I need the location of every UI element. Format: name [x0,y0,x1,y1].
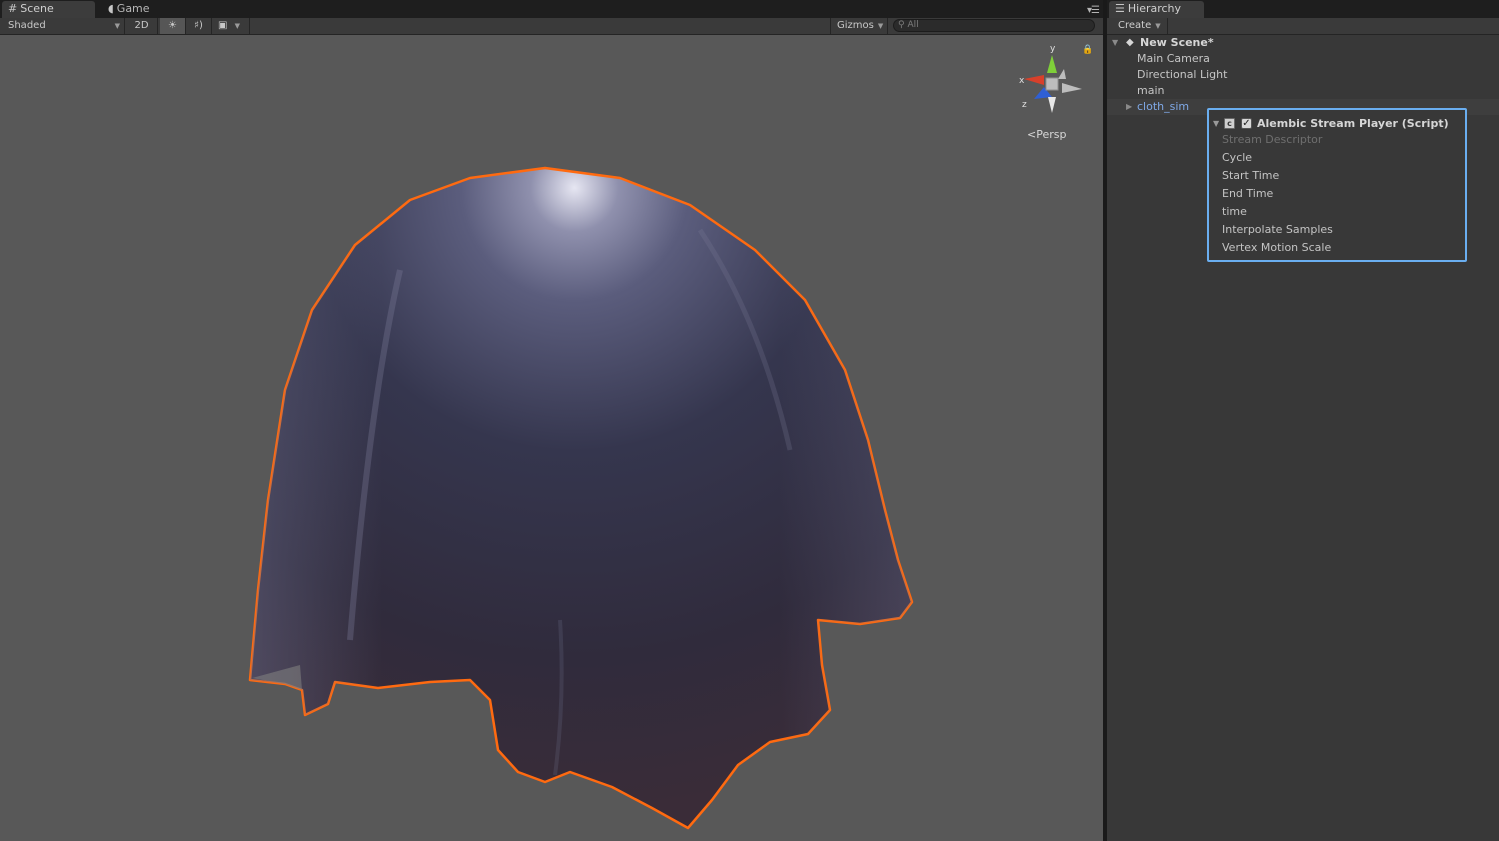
gizmo-center-cube[interactable] [1045,77,1059,91]
y-axis-cone[interactable] [1047,55,1057,73]
2d-mode-toggle[interactable]: 2D [126,18,158,34]
property-time[interactable]: time [1222,204,1247,220]
expand-arrow-icon[interactable]: ▶ [1126,99,1132,115]
hierarchy-toolbar: Create ▼ [1107,18,1499,35]
speaker-icon: ♯) [194,20,203,31]
pacman-icon: ◖ [108,2,114,15]
dropdown-caret-icon: ▼ [877,22,884,30]
property-cycle[interactable]: Cycle [1222,150,1252,166]
grid-icon: # [8,2,18,15]
lighting-toggle[interactable]: ☀ [160,18,186,34]
scene-viewport[interactable]: y x z 🔒 <Persp [0,36,1103,841]
tab-hierarchy[interactable]: ☰ Hierarchy [1109,1,1204,18]
scene-panel: # Scene ◖ Game ▾☰ Shaded ▼ 2D ☀ ♯) ▣ ▼ Giz… [0,0,1103,841]
component-title: Alembic Stream Player (Script) [1257,117,1449,130]
scene-search-input[interactable]: ⚲ All [893,19,1095,32]
create-dropdown[interactable]: Create ▼ [1112,18,1168,34]
gizmos-dropdown[interactable]: Gizmos ▼ [830,18,888,34]
neg-x-axis-cone[interactable] [1062,83,1082,93]
scene-tab-bar: # Scene ◖ Game ▾☰ [0,0,1103,18]
view-orientation-gizmo[interactable]: y x z [1014,41,1090,121]
expand-arrow-icon[interactable]: ▼ [1112,35,1118,51]
scene-root-row[interactable]: ▼ ◆ New Scene* [1107,35,1499,51]
property-end-time[interactable]: End Time [1222,186,1273,202]
search-icon: ⚲ [898,20,905,30]
audio-toggle[interactable]: ♯) [186,18,212,34]
dropdown-caret-icon: ▼ [114,22,120,30]
projection-toggle[interactable]: <Persp [1027,128,1066,141]
chevron-left-icon: < [1027,128,1037,141]
scene-toolbar: Shaded ▼ 2D ☀ ♯) ▣ ▼ Gizmos ▼ ⚲ All [0,18,1103,35]
hierarchy-item-main[interactable]: main [1107,83,1499,99]
list-icon: ☰ [1115,2,1125,15]
component-popup: ▼ c ✓ Alembic Stream Player (Script) Str… [1207,108,1467,262]
dropdown-caret-icon: ▼ [234,22,241,30]
dropdown-caret-icon: ▼ [1155,22,1161,30]
property-stream-descriptor: Stream Descriptor [1222,133,1323,146]
hierarchy-tab-bar: ☰ Hierarchy [1107,0,1499,18]
scene-name: New Scene* [1140,36,1214,49]
effects-dropdown[interactable]: ▣ ▼ [212,18,250,34]
x-axis-cone[interactable] [1024,75,1044,85]
tab-scene[interactable]: # Scene [2,1,95,18]
component-enabled-checkbox[interactable]: ✓ [1241,118,1252,129]
hierarchy-item-main-camera[interactable]: Main Camera [1107,51,1499,67]
component-header[interactable]: ▼ c ✓ Alembic Stream Player (Script) [1209,115,1465,132]
lock-icon[interactable]: 🔒 [1082,45,1093,55]
hierarchy-item-directional-light[interactable]: Directional Light [1107,67,1499,83]
neg-y-axis-cone[interactable] [1048,97,1056,113]
panel-menu-icon[interactable]: ▾☰ [1087,5,1100,16]
gizmo-x-label: x [1019,76,1025,86]
gizmo-z-label: z [1022,100,1027,110]
property-vertex-motion-scale[interactable]: Vertex Motion Scale [1222,240,1331,256]
cloth-sim-mesh[interactable] [0,36,1103,841]
fold-arrow-icon[interactable]: ▼ [1213,115,1219,132]
sun-icon: ☀ [168,20,177,31]
script-icon: c [1224,118,1235,129]
property-interpolate-samples[interactable]: Interpolate Samples [1222,222,1333,238]
shading-mode-dropdown[interactable]: Shaded ▼ [2,18,125,34]
neg-z-axis-cone[interactable] [1058,69,1066,79]
image-icon: ▣ [218,20,228,31]
property-start-time[interactable]: Start Time [1222,168,1279,184]
tab-game[interactable]: ◖ Game [102,1,156,18]
gizmo-y-label: y [1050,44,1056,54]
unity-scene-icon: ◆ [1126,37,1134,48]
